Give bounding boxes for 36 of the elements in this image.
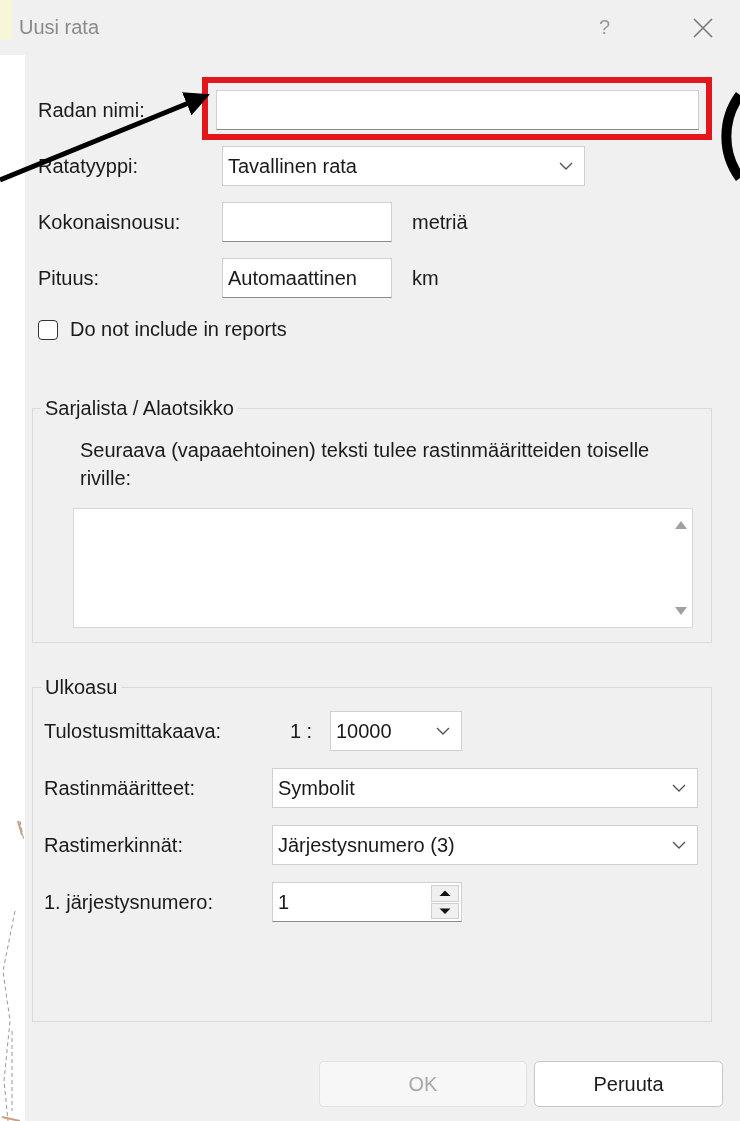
unit-label: km [412,266,439,290]
dropdown[interactable]: Symbolit [272,768,698,808]
checkbox-label: Do not include in reports [70,318,287,341]
dropdown[interactable]: Järjestysnumero (3) [272,825,698,865]
field-label: 1. järjestysnumero: [43,890,214,914]
field-label: Ratatyyppi: [37,154,140,178]
scale-prefix: 1 : [288,719,314,743]
background-window-fragment [0,0,12,40]
field-label: Rastimerkinnät: [43,833,184,857]
combo-box[interactable]: 10000 [330,711,462,751]
group-title: Ulkoasu [44,676,119,699]
window-title: Uusi rata [19,16,101,39]
field-label: Tulostusmittakaava: [43,719,223,743]
spin-field[interactable]: 1 [272,882,462,922]
cancel-button[interactable]: Peruuta [534,1061,723,1107]
close-icon[interactable] [692,16,714,39]
description-text: Seuraava (vapaaehtoinen) teksti tulee rastinmääritteiden toiselle riville: [80,438,651,491]
chevron-down-icon [435,726,451,736]
spin-down-icon[interactable] [431,902,459,919]
scroll-down-icon[interactable] [675,607,687,615]
chevron-down-icon [671,840,687,850]
group-title: Sarjalista / Alaotsikko [44,397,235,420]
input-field[interactable] [222,202,392,242]
field-label: Rastinmääritteet: [43,776,197,800]
chevron-down-icon [671,783,687,793]
spin-up-icon[interactable] [431,885,459,902]
input-field[interactable]: Automaattinen [222,258,392,298]
dropdown[interactable]: Tavallinen rata [222,146,585,186]
field-label: Kokonaisnousu: [37,210,182,234]
unit-label: metriä [412,210,468,234]
input-field[interactable] [216,90,699,130]
field-label: Pituus: [37,266,101,290]
chevron-down-icon [558,161,574,171]
field-label: Radan nimi: [37,98,146,122]
checkbox[interactable] [38,319,58,340]
scroll-up-icon[interactable] [675,521,687,529]
